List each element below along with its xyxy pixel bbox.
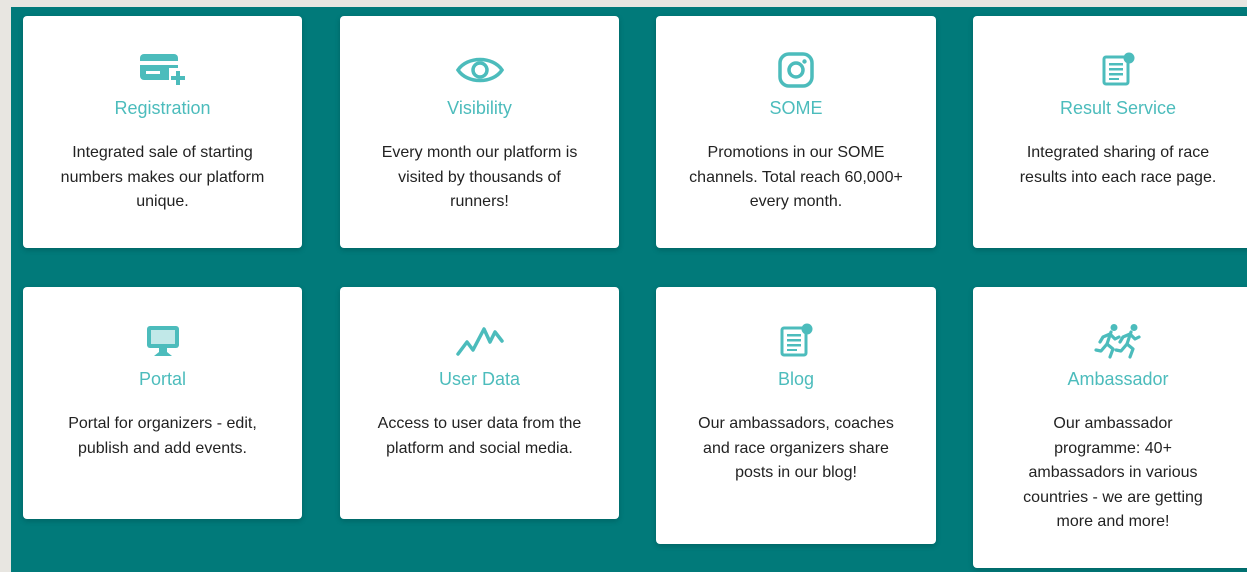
feature-description: Our ambassador programme: 40+ ambassador… xyxy=(1023,415,1203,530)
newsletter-icon xyxy=(656,321,936,361)
feature-title: Blog xyxy=(777,369,815,389)
feature-title: SOME xyxy=(769,98,823,118)
feature-description: Integrated sharing of race results into … xyxy=(1019,144,1217,186)
feature-title: Result Service xyxy=(1059,98,1177,118)
runners-icon xyxy=(973,321,1247,361)
feature-title: Portal xyxy=(138,369,187,389)
feature-card-some: SOME Promotions in our SOME channels. To… xyxy=(656,16,936,248)
feature-card-registration: Registration Integrated sale of starting… xyxy=(23,16,302,248)
feature-title: Registration xyxy=(114,98,211,118)
monitor-icon xyxy=(23,321,302,361)
feature-card-user-data: User Data Access to user data from the p… xyxy=(340,287,619,519)
feature-description: Our ambassadors, coaches and race organi… xyxy=(698,415,894,481)
feature-title: Ambassador xyxy=(1067,369,1169,389)
feature-description: Integrated sale of starting numbers make… xyxy=(60,144,265,210)
features-panel: Registration Integrated sale of starting… xyxy=(11,7,1247,572)
feature-description: Promotions in our SOME channels. Total r… xyxy=(689,144,903,210)
credit-card-add-icon xyxy=(23,50,302,90)
eye-icon xyxy=(340,50,619,90)
feature-description: Portal for organizers - edit, publish an… xyxy=(68,415,257,457)
feature-description: Access to user data from the platform an… xyxy=(377,415,582,457)
feature-description: Every month our platform is visited by t… xyxy=(381,144,578,210)
feature-card-blog: Blog Our ambassadors, coaches and race o… xyxy=(656,287,936,544)
feature-title: Visibility xyxy=(447,98,512,118)
newsletter-icon xyxy=(973,50,1247,90)
feature-title: User Data xyxy=(438,369,521,389)
feature-card-result-service: Result Service Integrated sharing of rac… xyxy=(973,16,1247,248)
feature-card-ambassador: Ambassador Our ambassador programme: 40+… xyxy=(973,287,1247,568)
feature-card-portal: Portal Portal for organizers - edit, pub… xyxy=(23,287,302,519)
activity-line-icon xyxy=(340,321,619,361)
instagram-icon xyxy=(656,50,936,90)
feature-card-visibility: Visibility Every month our platform is v… xyxy=(340,16,619,248)
